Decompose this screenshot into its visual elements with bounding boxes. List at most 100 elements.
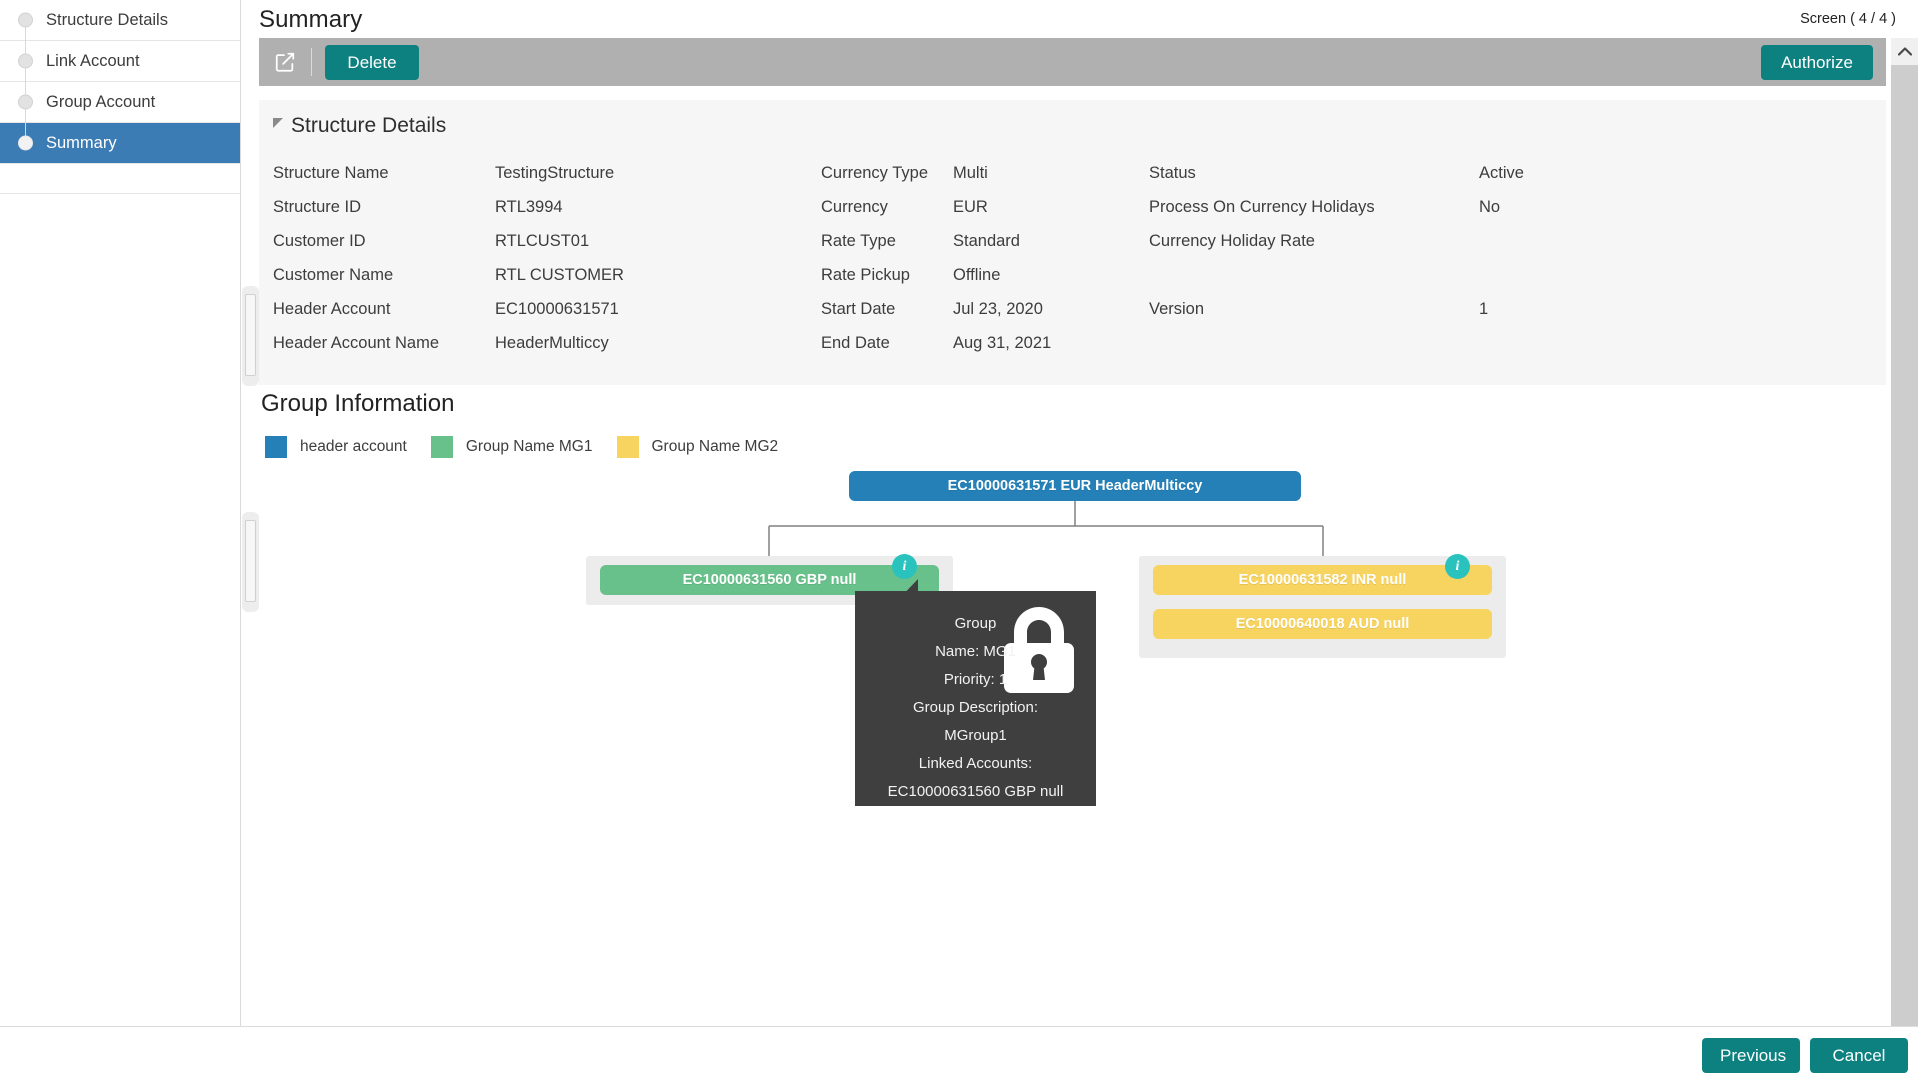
field-value: Multi bbox=[953, 163, 988, 182]
tree-node-root[interactable]: EC10000631571 EUR HeaderMulticcy bbox=[849, 471, 1301, 501]
scrollbar-thumb[interactable] bbox=[1891, 65, 1918, 1026]
sidebar-item-label: Group Account bbox=[46, 92, 156, 111]
field-value: RTL CUSTOMER bbox=[495, 265, 624, 284]
field-label: Header Account bbox=[273, 299, 391, 318]
sidebar-item-link-account[interactable]: Link Account bbox=[0, 41, 240, 82]
action-toolbar: Delete Authorize bbox=[259, 38, 1886, 86]
footer-bar: Previous Cancel bbox=[0, 1026, 1918, 1081]
field-label: Version bbox=[1149, 299, 1205, 318]
sidebar-filler bbox=[0, 164, 240, 194]
field-value: EC10000631571 bbox=[495, 299, 619, 318]
field-row: Structure ID RTL3994 bbox=[273, 190, 833, 224]
legend-swatch-icon bbox=[430, 436, 453, 458]
field-value: TestingStructure bbox=[495, 163, 615, 182]
details-scrollbar[interactable] bbox=[242, 286, 259, 386]
field-row: Status Active bbox=[1149, 156, 1849, 190]
tree-node-account[interactable]: EC10000631582 INR null bbox=[1153, 565, 1492, 595]
tooltip-arrow bbox=[897, 579, 918, 601]
field-value: RTLCUST01 bbox=[495, 231, 590, 250]
field-row: Process On Currency Holidays No bbox=[1149, 190, 1849, 224]
scroll-up-arrow-icon[interactable] bbox=[1891, 38, 1918, 65]
group-scrollbar[interactable] bbox=[242, 512, 259, 612]
field-label: Header Account Name bbox=[273, 333, 440, 352]
field-value: Active bbox=[1479, 163, 1524, 182]
section-title: Structure Details bbox=[291, 114, 447, 137]
field-value: Aug 31, 2021 bbox=[953, 333, 1052, 352]
previous-button[interactable]: Previous bbox=[1702, 1038, 1800, 1073]
info-icon-mg1[interactable]: i bbox=[892, 554, 917, 579]
step-dot-icon bbox=[18, 12, 33, 28]
step-dot-icon bbox=[18, 94, 33, 110]
field-label: Status bbox=[1149, 163, 1196, 182]
field-label: Currency bbox=[821, 197, 888, 216]
page-scrollbar[interactable] bbox=[1891, 38, 1918, 1026]
field-label: Currency Type bbox=[821, 163, 928, 182]
legend-label: header account bbox=[300, 438, 407, 455]
wizard-rail bbox=[25, 20, 26, 145]
field-label: Rate Type bbox=[821, 231, 896, 250]
sidebar-item-summary[interactable]: Summary bbox=[0, 123, 240, 164]
delete-button[interactable]: Delete bbox=[325, 44, 419, 80]
scrollbar-thumb[interactable] bbox=[245, 294, 256, 376]
tooltip-line: Priority: 1 bbox=[943, 671, 1008, 688]
legend: header account Group Name MG1 Group Name… bbox=[265, 436, 802, 458]
legend-item-mg1: Group Name MG1 bbox=[430, 436, 593, 458]
field-label: Customer ID bbox=[273, 231, 366, 250]
summary-screen: Structure Details Link Account Group Acc… bbox=[0, 0, 1918, 1081]
group-information-title: Group Information bbox=[261, 390, 455, 417]
tooltip-line: Group bbox=[954, 615, 997, 632]
scrollbar-thumb[interactable] bbox=[245, 520, 256, 602]
legend-label: Group Name MG2 bbox=[651, 438, 779, 455]
sidebar-item-label: Link Account bbox=[46, 51, 140, 70]
collapse-caret-icon[interactable] bbox=[273, 118, 283, 128]
field-row: Customer Name RTL CUSTOMER bbox=[273, 258, 833, 292]
field-row: Currency Holiday Rate bbox=[1149, 224, 1849, 258]
legend-label: Group Name MG1 bbox=[465, 438, 593, 455]
field-row: Header Account EC10000631571 bbox=[273, 292, 833, 326]
field-value: No bbox=[1479, 197, 1501, 216]
edit-square-icon bbox=[274, 51, 296, 73]
field-value: HeaderMulticcy bbox=[495, 333, 609, 352]
toolbar-divider bbox=[311, 48, 312, 76]
tooltip-line: Group Description: bbox=[912, 699, 1039, 716]
step-dot-icon bbox=[18, 135, 33, 151]
tooltip-line: MGroup1 bbox=[944, 727, 1007, 744]
sidebar-item-label: Summary bbox=[46, 133, 117, 152]
tooltip-line: Name: MG1 bbox=[935, 643, 1016, 660]
field-value: Standard bbox=[953, 231, 1020, 250]
field-row: Customer ID RTLCUST01 bbox=[273, 224, 833, 258]
field-value: RTL3994 bbox=[495, 197, 563, 216]
field-label: Currency Holiday Rate bbox=[1149, 231, 1315, 250]
group-tooltip: Group Name: MG1 Priority: 1 Group Descri… bbox=[855, 591, 1096, 806]
edit-button[interactable] bbox=[259, 38, 311, 86]
field-value: 1 bbox=[1479, 299, 1489, 318]
tooltip-line: EC10000631560 GBP null bbox=[887, 783, 1064, 800]
field-label: Process On Currency Holidays bbox=[1149, 197, 1375, 216]
legend-item-header-account: header account bbox=[265, 436, 407, 458]
tooltip-line: Linked Accounts: bbox=[918, 755, 1033, 772]
details-column-1: Structure Name TestingStructure Structur… bbox=[273, 156, 833, 360]
structure-details-header[interactable]: Structure Details bbox=[273, 114, 446, 138]
cancel-button[interactable]: Cancel bbox=[1810, 1038, 1908, 1073]
field-label: Structure Name bbox=[273, 163, 389, 182]
sidebar-item-structure-details[interactable]: Structure Details bbox=[0, 0, 240, 41]
info-icon-mg2[interactable]: i bbox=[1445, 554, 1470, 579]
field-label: End Date bbox=[821, 333, 890, 352]
field-label: Start Date bbox=[821, 299, 896, 318]
sidebar-item-label: Structure Details bbox=[46, 10, 168, 29]
tree-node-account[interactable]: EC10000640018 AUD null bbox=[1153, 609, 1492, 639]
legend-swatch-icon bbox=[616, 436, 639, 458]
legend-swatch-icon bbox=[265, 436, 287, 458]
details-column-3: Status Active Process On Currency Holida… bbox=[1149, 156, 1849, 326]
field-row: Header Account Name HeaderMulticcy bbox=[273, 326, 833, 360]
screen-counter: Screen ( 4 / 4 ) bbox=[1800, 11, 1896, 27]
field-value: Offline bbox=[953, 265, 1001, 284]
page-title: Summary bbox=[259, 6, 363, 33]
field-value: EUR bbox=[953, 197, 988, 216]
field-value: Jul 23, 2020 bbox=[953, 299, 1043, 318]
structure-details-panel: Structure Details Structure Name Testing… bbox=[259, 100, 1886, 385]
field-label: Customer Name bbox=[273, 265, 394, 284]
authorize-button[interactable]: Authorize bbox=[1761, 44, 1873, 80]
field-row: End Date Aug 31, 2021 bbox=[821, 326, 1211, 360]
sidebar-item-group-account[interactable]: Group Account bbox=[0, 82, 240, 123]
